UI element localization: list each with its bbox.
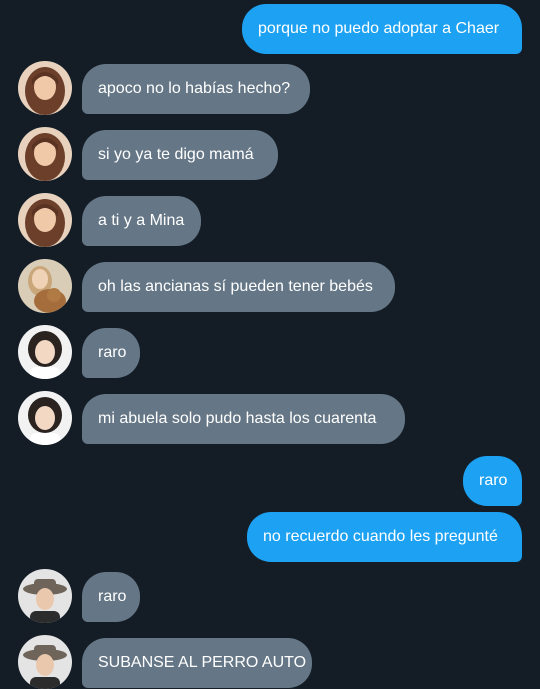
incoming-message-bubble[interactable]: a ti y a Mina (82, 196, 201, 246)
incoming-message-bubble[interactable]: apoco no lo habías hecho? (82, 64, 310, 114)
outgoing-message-bubble[interactable]: raro (463, 456, 522, 506)
outgoing-message-bubble[interactable]: porque no puedo adoptar a Chaer (242, 4, 522, 54)
message-text: si yo ya te digo mamá (98, 146, 254, 163)
message-text: apoco no lo habías hecho? (98, 80, 291, 97)
incoming-message-bubble[interactable]: SUBANSE AL PERRO AUTO (82, 638, 312, 688)
incoming-message-bubble[interactable]: oh las ancianas sí pueden tener bebés (82, 262, 395, 312)
message-text: no recuerdo cuando les pregunté (263, 528, 498, 545)
avatar-woman-curly-hair[interactable] (18, 391, 72, 445)
avatar-person-hat[interactable] (18, 569, 72, 623)
avatar-woman-long-hair[interactable] (18, 61, 72, 115)
incoming-message-bubble[interactable]: raro (82, 328, 140, 378)
avatar-woman-long-hair[interactable] (18, 127, 72, 181)
message-text: a ti y a Mina (98, 212, 185, 229)
avatar-person-hat[interactable] (18, 635, 72, 689)
message-text: mi abuela solo pudo hasta los cuarenta (98, 410, 377, 427)
incoming-message-bubble[interactable]: si yo ya te digo mamá (82, 130, 278, 180)
message-text: porque no puedo adoptar a Chaer (258, 20, 500, 37)
incoming-message-bubble[interactable]: mi abuela solo pudo hasta los cuarenta (82, 394, 405, 444)
message-text: SUBANSE AL PERRO AUTO (98, 654, 307, 671)
avatar-woman-long-hair[interactable] (18, 193, 72, 247)
outgoing-message-bubble[interactable]: no recuerdo cuando les pregunté (247, 512, 522, 562)
avatar-woman-with-dog[interactable] (18, 259, 72, 313)
message-text: oh las ancianas sí pueden tener bebés (98, 278, 373, 295)
message-text: raro (479, 472, 508, 489)
incoming-message-bubble[interactable]: raro (82, 572, 140, 622)
message-text: raro (98, 588, 127, 605)
message-text: raro (98, 344, 127, 361)
avatar-woman-curly-hair[interactable] (18, 325, 72, 379)
